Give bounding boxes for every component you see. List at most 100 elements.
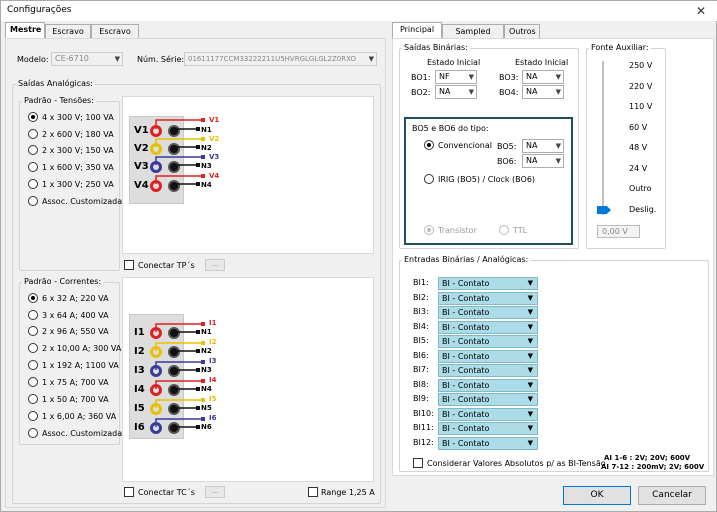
correntes-option-label[interactable]: 2 x 96 A; 550 VA xyxy=(42,327,109,336)
bi-select[interactable]: BI - Contato ▼ xyxy=(438,378,538,392)
correntes-option-radio[interactable] xyxy=(28,377,38,387)
tc-config-button[interactable]: ... xyxy=(205,486,225,498)
fonte-level: Deslig. xyxy=(629,205,657,214)
tab-escravo-1[interactable]: Escravo 1 xyxy=(45,24,91,50)
tab-principal[interactable]: Principal xyxy=(392,22,442,39)
correntes-option-radio[interactable] xyxy=(28,411,38,421)
tab-escravo-2[interactable]: Escravo 2 xyxy=(91,24,139,50)
irig-label[interactable]: IRIG (BO5) / Clock (BO6) xyxy=(438,175,535,184)
bo1-label: BO1: xyxy=(411,73,431,82)
tensoes-option-label[interactable]: 2 x 300 V; 150 VA xyxy=(42,146,114,155)
tab-sampled-value[interactable]: Sampled Value xyxy=(442,24,504,50)
transistor-radio[interactable] xyxy=(424,225,434,235)
chevron-down-icon: ▼ xyxy=(527,308,533,316)
conectar-tc-label[interactable]: Conectar TC´s xyxy=(138,488,195,497)
correntes-option-label[interactable]: 1 x 6,00 A; 360 VA xyxy=(42,412,116,421)
bo6-select[interactable]: NA ▼ xyxy=(522,154,564,168)
close-icon[interactable]: ✕ xyxy=(684,1,717,21)
conectar-tc-checkbox[interactable] xyxy=(124,487,134,497)
wire-label: N1 xyxy=(201,328,212,336)
bo4-value: NA xyxy=(526,87,538,96)
bo4-select[interactable]: NA ▼ xyxy=(522,85,564,99)
correntes-option-radio[interactable] xyxy=(28,293,38,303)
tab-outros[interactable]: Outros xyxy=(504,24,540,39)
chevron-down-icon: ▼ xyxy=(527,293,533,302)
correntes-title: Padrão - Correntes: xyxy=(22,277,104,286)
bi-select[interactable]: BI - Contato ▼ xyxy=(438,277,538,290)
range-label[interactable]: Range 1,25 A xyxy=(321,488,375,497)
convencional-radio[interactable] xyxy=(424,140,434,150)
correntes-option-radio[interactable] xyxy=(28,343,38,353)
ok-button[interactable]: OK xyxy=(563,486,631,505)
bi-select[interactable]: BI - Contato ▼ xyxy=(438,335,538,348)
bi-label: BI6: xyxy=(413,350,429,360)
conectar-tp-label[interactable]: Conectar TP´s xyxy=(138,261,195,270)
bi-select[interactable]: BI - Contato ▼ xyxy=(438,291,538,305)
tensoes-option-radio[interactable] xyxy=(28,145,38,155)
tensoes-option-radio[interactable] xyxy=(28,162,38,172)
correntes-option-label[interactable]: 1 x 50 A; 700 VA xyxy=(42,395,109,404)
wire-label: N2 xyxy=(201,144,212,152)
ttl-radio[interactable] xyxy=(499,225,509,235)
fonte-level: 24 V xyxy=(629,164,648,173)
irig-radio[interactable] xyxy=(424,174,434,184)
correntes-option-label[interactable]: 3 x 64 A; 400 VA xyxy=(42,311,109,320)
correntes-option-radio[interactable] xyxy=(28,310,38,320)
serie-select[interactable]: 01611177CCM33222211U5HVRGLGLGL2Z0RXO ▼ xyxy=(184,52,377,66)
bi-select[interactable]: BI - Contato ▼ xyxy=(438,422,538,435)
correntes-option-radio[interactable] xyxy=(28,326,38,336)
bi-select[interactable]: BI - Contato ▼ xyxy=(438,407,538,421)
chevron-down-icon: ▼ xyxy=(527,424,533,432)
bi-value: BI - Contato xyxy=(442,395,490,404)
bi-select[interactable]: BI - Contato ▼ xyxy=(438,364,538,377)
tensoes-option-radio[interactable] xyxy=(28,196,38,206)
correntes-option-label[interactable]: Assoc. Customizada xyxy=(42,429,122,438)
modelo-select[interactable]: CE-6710 ▼ xyxy=(51,52,123,66)
bi-select[interactable]: BI - Contato ▼ xyxy=(438,306,538,319)
settings-window: Configurações ✕ Mestre Escravo 1 Escravo… xyxy=(0,0,717,512)
bo4-label: BO4: xyxy=(499,88,519,97)
tp-config-button[interactable]: ... xyxy=(205,259,225,271)
correntes-option-label[interactable]: 1 x 192 A; 1100 VA xyxy=(42,361,119,370)
correntes-option-label[interactable]: 6 x 32 A; 220 VA xyxy=(42,294,109,303)
tensoes-option-label[interactable]: 1 x 600 V; 350 VA xyxy=(42,163,114,172)
bi-select[interactable]: BI - Contato ▼ xyxy=(438,393,538,406)
tensoes-option-radio[interactable] xyxy=(28,129,38,139)
chevron-down-icon: ▼ xyxy=(527,380,533,389)
bo1-select[interactable]: NF ▼ xyxy=(435,70,477,84)
correntes-option-radio[interactable] xyxy=(28,394,38,404)
bi-select[interactable]: BI - Contato ▼ xyxy=(438,349,538,363)
fonte-slider-track[interactable] xyxy=(602,61,604,215)
correntes-option-label[interactable]: 2 x 10,00 A; 300 VA xyxy=(42,344,121,353)
bo5-select[interactable]: NA ▼ xyxy=(522,139,564,153)
ttl-label[interactable]: TTL xyxy=(513,226,527,235)
absolute-values-checkbox[interactable] xyxy=(413,458,423,468)
bi-select[interactable]: BI - Contato ▼ xyxy=(438,436,538,450)
convencional-label[interactable]: Convencional xyxy=(438,141,492,150)
bo3-select[interactable]: NA ▼ xyxy=(522,70,564,84)
chevron-down-icon: ▼ xyxy=(527,438,533,447)
tensoes-option-label[interactable]: 4 x 300 V; 100 VA xyxy=(42,113,114,122)
correntes-option-radio[interactable] xyxy=(28,360,38,370)
tab-mestre[interactable]: Mestre xyxy=(5,22,45,39)
wire-label: N6 xyxy=(201,423,212,431)
correntes-option-radio[interactable] xyxy=(28,428,38,438)
channel-label: I2 xyxy=(134,346,145,357)
bo2-select[interactable]: NA ▼ xyxy=(435,85,477,99)
channel-label: I4 xyxy=(134,384,145,395)
tensoes-option-radio[interactable] xyxy=(28,179,38,189)
tensoes-option-label[interactable]: 2 x 600 V; 180 VA xyxy=(42,130,114,139)
tensoes-option-label[interactable]: Assoc. Customizada xyxy=(42,197,122,206)
tensoes-option-label[interactable]: 1 x 300 V; 250 VA xyxy=(42,180,114,189)
transistor-label[interactable]: Transistor xyxy=(438,226,477,235)
absolute-values-label[interactable]: Considerar Valores Absolutos p/ as BI-Te… xyxy=(427,459,606,468)
correntes-option-label[interactable]: 1 x 75 A; 700 VA xyxy=(42,378,109,387)
tensoes-option-radio[interactable] xyxy=(28,112,38,122)
range-checkbox[interactable] xyxy=(308,487,318,497)
bi-select[interactable]: BI - Contato ▼ xyxy=(438,320,538,334)
wire-label: N5 xyxy=(201,404,212,412)
conectar-tp-checkbox[interactable] xyxy=(124,260,134,270)
cancel-button[interactable]: Cancelar xyxy=(638,486,706,505)
channel-label: I3 xyxy=(134,365,145,376)
chevron-down-icon: ▼ xyxy=(555,142,561,150)
